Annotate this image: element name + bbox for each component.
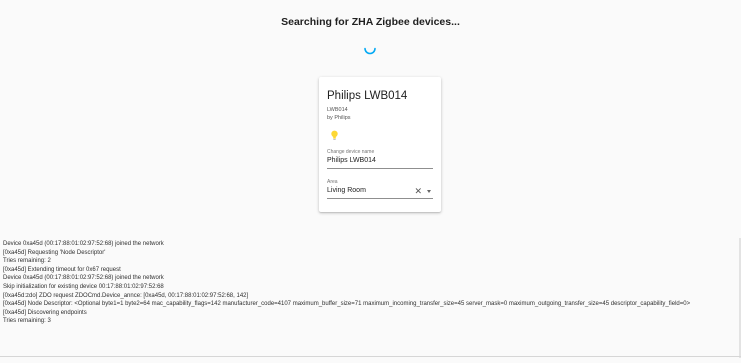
page-title: Searching for ZHA Zigbee devices... bbox=[281, 16, 460, 28]
log-line: Device 0xa45d (00:17:88:01:02:97:52:68) … bbox=[3, 241, 164, 247]
log-line: [0xa45d] Node Descriptor: <Optional byte… bbox=[3, 301, 691, 308]
device-manufacturer: by Philips bbox=[327, 114, 351, 121]
log-line: [0xa45d] Discovering endpoints bbox=[3, 309, 87, 316]
log-line: Skip initialization for existing device … bbox=[3, 283, 164, 290]
dropdown-arrow-icon[interactable] bbox=[427, 189, 431, 193]
log-line: Tries remaining: 3 bbox=[3, 318, 51, 325]
area-field[interactable]: Area Living Room ✕ bbox=[327, 179, 433, 199]
log-line: [0xa45d] Requesting 'Node Descriptor' bbox=[3, 249, 106, 256]
device-model: LWB014 bbox=[327, 107, 348, 113]
zha-log-output: Device 0xa45d (00:17:88:01:02:97:52:68) … bbox=[3, 240, 739, 326]
device-name-field[interactable]: Change device name Philips LWB014 bbox=[327, 149, 433, 169]
device-name-field-label: Change device name bbox=[327, 149, 375, 155]
area-field-label: Area bbox=[327, 179, 338, 185]
log-line: Tries remaining: 2 bbox=[3, 258, 51, 265]
log-line: [0xa45d:zdo] ZDO request ZDOCmd.Device_a… bbox=[3, 292, 249, 299]
loading-spinner-icon bbox=[364, 47, 376, 55]
log-line: Device 0xa45d (00:17:88:01:02:97:52:68) … bbox=[3, 275, 164, 282]
lightbulb-icon bbox=[331, 130, 338, 140]
device-name: Philips LWB014 bbox=[327, 90, 408, 102]
area-field-actions: ✕ bbox=[414, 186, 433, 196]
log-divider bbox=[0, 356, 741, 357]
device-name-input[interactable]: Philips LWB014 bbox=[327, 156, 433, 166]
zha-add-devices-page: Searching for ZHA Zigbee devices... Phil… bbox=[0, 0, 741, 363]
log-line: [0xa45d] Extending timeout for 0x67 requ… bbox=[3, 266, 121, 273]
device-card: Philips LWB014 LWB014 by Philips Change … bbox=[319, 77, 441, 212]
clear-icon[interactable]: ✕ bbox=[414, 186, 422, 196]
